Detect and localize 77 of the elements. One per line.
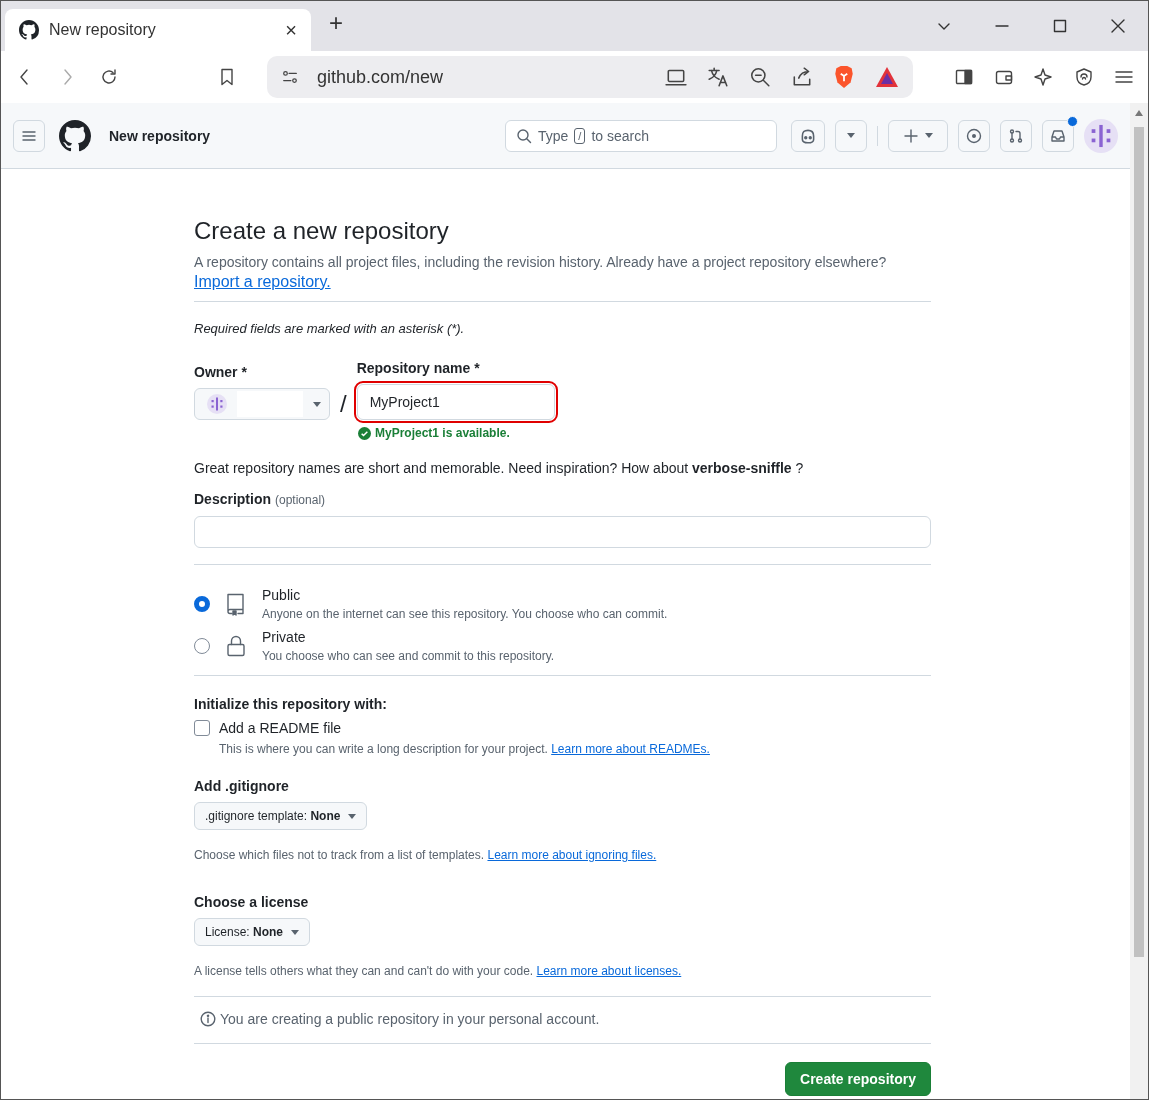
create-repository-button[interactable]: Create repository: [785, 1062, 931, 1096]
readme-label: Add a README file: [219, 720, 342, 736]
new-tab-button[interactable]: +: [329, 9, 343, 37]
pull-requests-button[interactable]: [1000, 119, 1032, 152]
availability-message: MyProject1 is available.: [375, 426, 510, 440]
page-title: Create a new repository: [194, 217, 450, 245]
gitignore-select[interactable]: .gitignore template: None: [194, 802, 368, 830]
init-heading: Initialize this repository with:: [194, 696, 388, 712]
notice-text: You are creating a public repository in your personal account.: [220, 1011, 600, 1027]
translate-icon[interactable]: [707, 66, 729, 88]
close-icon[interactable]: [1110, 18, 1126, 34]
caret-icon: [313, 401, 321, 407]
visibility-label: Public: [262, 587, 302, 603]
search-field[interactable]: Type / to search: [505, 119, 777, 152]
owner-label: Owner *: [194, 364, 248, 380]
pull-request-icon: [1008, 127, 1024, 144]
check-circle-icon: [358, 426, 371, 440]
learn-more-link[interactable]: Learn more about licenses.: [536, 964, 682, 978]
readme-checkbox[interactable]: [194, 720, 210, 736]
caret-icon: [348, 813, 357, 819]
issue-circle-icon: [966, 127, 982, 144]
intro-text: A repository contains all project files, including the revision history. Already have a project repository elsewhere?: [194, 253, 888, 272]
copilot-button[interactable]: [791, 119, 825, 152]
address-bar[interactable]: github.com/new: [267, 56, 913, 98]
repo-name-label: Repository name *: [356, 360, 481, 376]
separator: /: [340, 390, 347, 419]
page-context-title: New repository: [109, 127, 211, 144]
section-heading: Choose a license: [194, 894, 310, 910]
caret-icon: [847, 133, 855, 138]
inbox-icon: [1050, 127, 1066, 144]
tab-title: New repository: [49, 21, 157, 39]
github-logo-icon: [59, 119, 91, 152]
lock-icon: [224, 634, 248, 658]
visibility-description: You choose who can see and commit to this repository.: [262, 649, 555, 663]
sidebar-icon[interactable]: [954, 67, 974, 87]
scrollbar-thumb[interactable]: [1134, 127, 1144, 957]
info-icon: [200, 1011, 216, 1027]
close-tab-button[interactable]: ×: [285, 18, 297, 42]
section-heading: Add .gitignore: [194, 778, 290, 794]
required-note: Required fields are marked with an asterisk (*).: [194, 320, 466, 338]
license-select[interactable]: License: None: [194, 918, 311, 946]
learn-more-link[interactable]: Learn more about ignoring files.: [487, 848, 657, 862]
optional-hint: (optional): [275, 493, 326, 507]
issues-button[interactable]: [958, 119, 990, 152]
reload-icon[interactable]: [99, 67, 119, 87]
zoom-out-icon[interactable]: [749, 66, 771, 88]
help-text: Choose which files not to track from a list of templates. Learn more about ignoring files.: [194, 848, 658, 862]
github-logo-icon: [19, 20, 39, 40]
suggestion-text: Great repository names are short and memorable. Need inspiration? How about verbose-sniffle ?: [194, 460, 805, 476]
caret-icon: [925, 133, 933, 138]
readmes-link[interactable]: Learn more about READMEs.: [551, 742, 710, 756]
description-label: Description: [194, 491, 271, 507]
address-text: github.com/new: [317, 66, 445, 88]
shield-icon[interactable]: [1074, 67, 1094, 87]
site-settings-icon: [281, 68, 299, 86]
help-text: A license tells others what they can and can't do with your code. Learn more about licenses.: [194, 964, 683, 978]
radio-button[interactable]: [194, 638, 210, 654]
maximize-icon[interactable]: [1052, 18, 1068, 34]
import-link[interactable]: Import a repository.: [194, 273, 331, 290]
share-icon[interactable]: [791, 66, 813, 88]
search-icon: [516, 127, 532, 144]
create-new-button[interactable]: [888, 119, 948, 152]
repo-name-field[interactable]: MyProject1: [356, 384, 555, 420]
avatar-icon[interactable]: [1084, 118, 1118, 153]
description-field[interactable]: [194, 516, 931, 548]
sparkle-icon[interactable]: [1034, 67, 1054, 87]
visibility-label: Private: [262, 629, 307, 645]
readme-description: This is where you can write a long description for your project. Learn more about READMEs.: [219, 742, 711, 756]
caret-icon: [291, 929, 300, 935]
plus-icon: [903, 127, 919, 144]
scroll-up-icon[interactable]: [1134, 109, 1144, 117]
avatar-icon[interactable]: [207, 394, 227, 414]
visibility-description: Anyone on the internet can see this repository. You choose who can commit.: [262, 607, 668, 621]
browser-tab[interactable]: New repository ×: [5, 9, 311, 51]
triangle-logo-icon[interactable]: [875, 66, 899, 88]
radio-button[interactable]: [194, 596, 210, 612]
menu-button[interactable]: [13, 119, 45, 152]
